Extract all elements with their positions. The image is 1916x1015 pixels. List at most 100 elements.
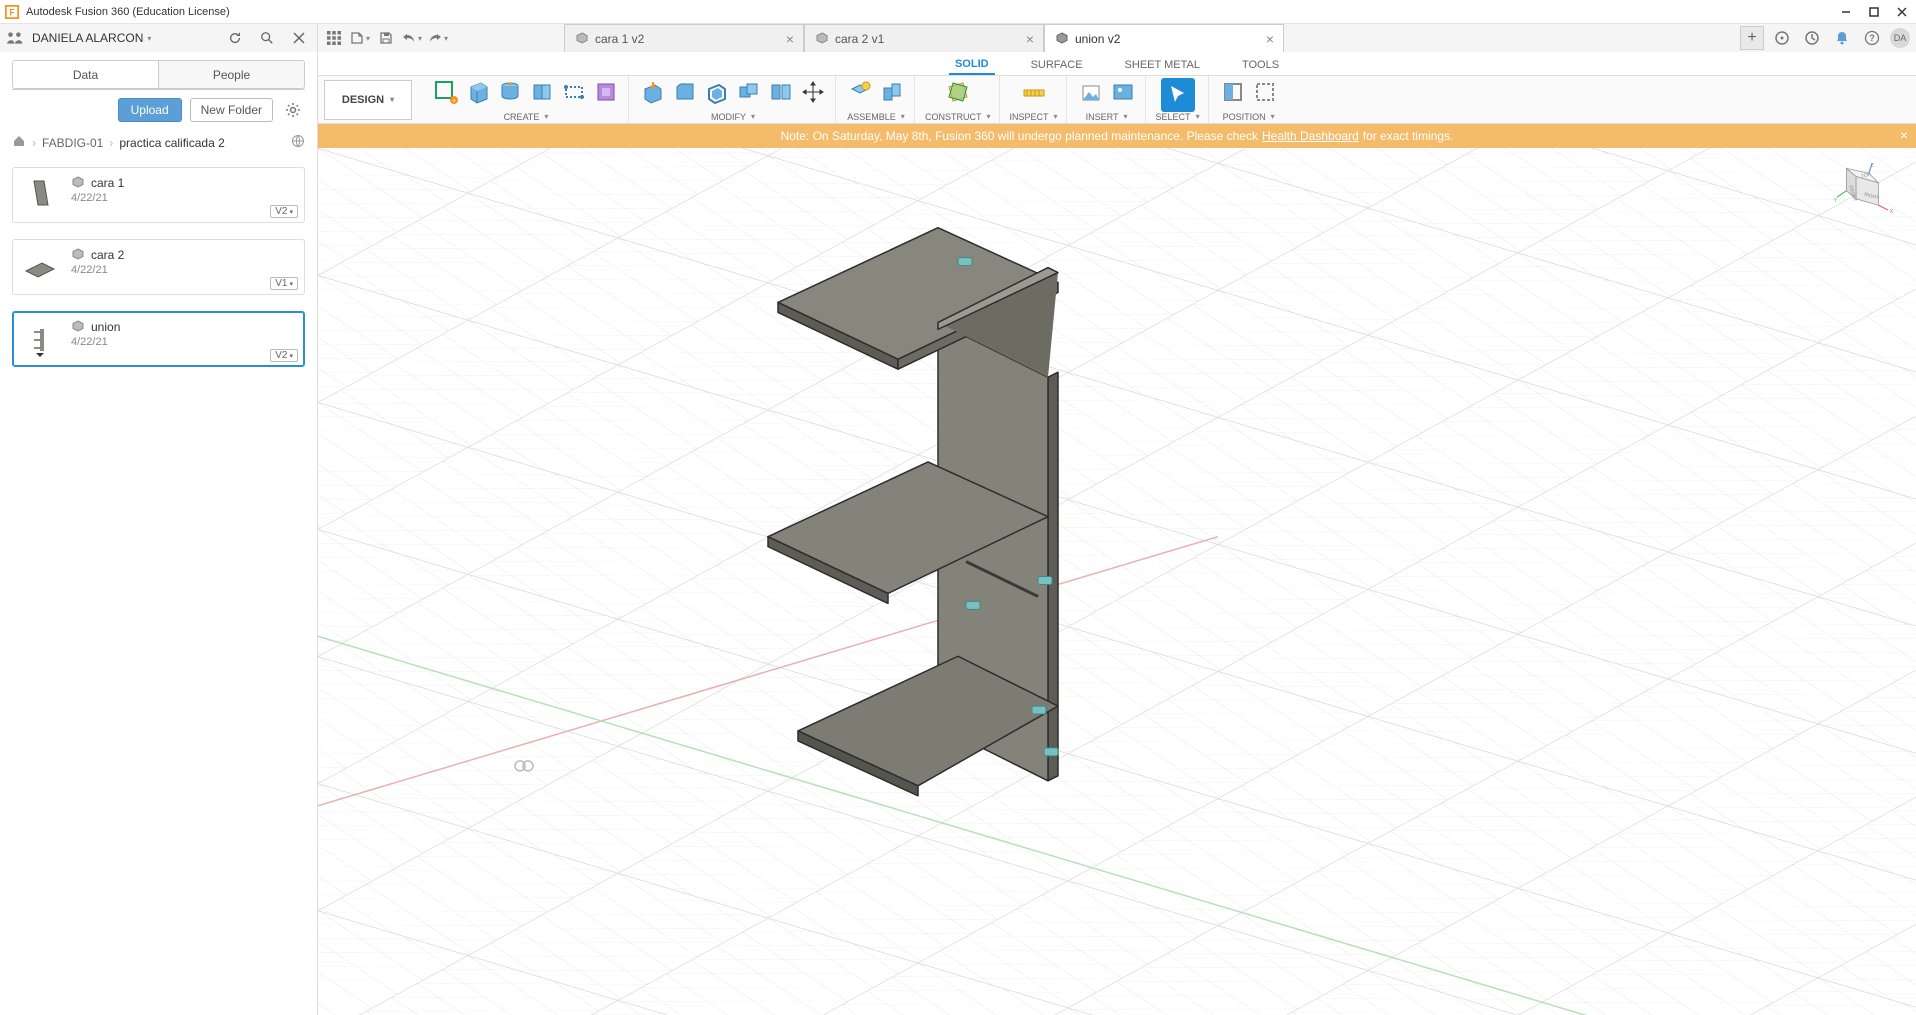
assemble-rigid-icon[interactable] [878, 78, 906, 106]
close-tab-icon[interactable]: × [1023, 32, 1037, 46]
home-icon[interactable] [12, 134, 26, 151]
inspect-measure-icon[interactable] [1020, 78, 1048, 106]
people-tab[interactable]: People [158, 60, 305, 89]
version-dropdown[interactable]: V2▾ [270, 349, 298, 362]
construct-plane-icon[interactable] [944, 78, 972, 106]
extensions-icon[interactable] [1770, 26, 1794, 50]
ribbon-toolbar: DESIGN + CREATE [318, 76, 1916, 124]
notice-post: for exact timings. [1363, 129, 1454, 143]
maintenance-banner: Note: On Saturday, May 8th, Fusion 360 w… [318, 124, 1916, 148]
item-date: 4/22/21 [71, 264, 124, 276]
design-item-cara1[interactable]: cara 1 4/22/21 V2▾ [12, 167, 305, 223]
version-dropdown[interactable]: V2▾ [270, 205, 298, 218]
svg-text:Y: Y [1834, 198, 1838, 204]
close-banner-icon[interactable]: × [1900, 127, 1908, 143]
item-date: 4/22/21 [71, 192, 124, 204]
save-icon[interactable] [374, 26, 398, 50]
insert-decal-icon[interactable] [1077, 78, 1105, 106]
group-label-inspect[interactable]: INSPECT [1010, 112, 1058, 124]
job-status-icon[interactable] [1800, 26, 1824, 50]
group-label-construct[interactable]: CONSTRUCT [925, 112, 991, 124]
new-tab-button[interactable]: + [1740, 26, 1764, 50]
component-icon [71, 248, 85, 262]
design-item-cara2[interactable]: cara 2 4/22/21 V1▾ [12, 239, 305, 295]
close-panel-icon[interactable] [287, 26, 311, 50]
doc-tab-label: union v2 [1075, 32, 1120, 46]
refresh-icon[interactable] [223, 26, 247, 50]
component-icon [71, 176, 85, 190]
user-name: DANIELA ALARCON [32, 31, 143, 45]
fillet-icon[interactable] [671, 78, 699, 106]
window-minimize-button[interactable] [1832, 0, 1860, 24]
group-label-modify[interactable]: MODIFY [711, 112, 755, 124]
sub-tab-sheetmetal[interactable]: SHEET METAL [1119, 55, 1206, 75]
upload-button[interactable]: Upload [118, 98, 182, 122]
data-panel-grid-icon[interactable] [322, 26, 346, 50]
doc-tab-label: cara 2 v1 [835, 32, 884, 46]
document-tabs: cara 1 v2 × cara 2 v1 × union v2 × [454, 24, 1734, 52]
group-label-select[interactable]: SELECT [1156, 112, 1200, 124]
move-icon[interactable] [799, 78, 827, 106]
profile-avatar[interactable]: DA [1890, 28, 1910, 48]
doc-tab-cara2[interactable]: cara 2 v1 × [804, 24, 1044, 52]
doc-tab-label: cara 1 v2 [595, 32, 644, 46]
svg-text:?: ? [1869, 33, 1875, 43]
sketch-icon[interactable]: + [432, 78, 460, 106]
data-panel: Data People Upload New Folder › FABDIG-0… [0, 52, 318, 1015]
help-icon[interactable]: ? [1860, 26, 1884, 50]
revolve-icon[interactable] [528, 78, 556, 106]
team-icon[interactable] [6, 29, 24, 47]
position-ground-icon[interactable] [1219, 78, 1247, 106]
undo-icon[interactable] [400, 26, 424, 50]
sub-tab-solid[interactable]: SOLID [949, 54, 995, 75]
viewcube[interactable]: TOP FRONT RIGHT X Y Z [1832, 162, 1896, 226]
window-close-button[interactable] [1888, 0, 1916, 24]
version-dropdown[interactable]: V1▾ [270, 277, 298, 290]
box-icon[interactable] [464, 78, 492, 106]
breadcrumb-level1[interactable]: FABDIG-01 [42, 136, 103, 150]
doc-tab-union[interactable]: union v2 × [1044, 24, 1284, 52]
workspace-dropdown[interactable]: DESIGN [324, 80, 412, 120]
user-dropdown[interactable]: DANIELA ALARCON▾ [32, 31, 151, 45]
redo-icon[interactable] [426, 26, 450, 50]
ribbon-sub-tabs: SOLID SURFACE SHEET METAL TOOLS [318, 52, 1916, 76]
combine-icon[interactable] [735, 78, 763, 106]
select-cursor-icon[interactable] [1161, 78, 1195, 112]
notifications-icon[interactable] [1830, 26, 1854, 50]
design-item-union[interactable]: union 4/22/21 V2▾ [12, 311, 305, 367]
doc-tab-cara1[interactable]: cara 1 v2 × [564, 24, 804, 52]
sub-tab-surface[interactable]: SURFACE [1025, 55, 1089, 75]
model-viewport[interactable] [318, 148, 1916, 1015]
web-link-icon[interactable] [291, 134, 305, 151]
window-titlebar: F Autodesk Fusion 360 (Education License… [0, 0, 1916, 24]
canvas-area: SOLID SURFACE SHEET METAL TOOLS DESIGN +… [318, 52, 1916, 1015]
assemble-joint-icon[interactable] [846, 78, 874, 106]
loft-icon[interactable] [592, 78, 620, 106]
settings-gear-icon[interactable] [281, 98, 305, 122]
close-tab-icon[interactable]: × [783, 32, 797, 46]
new-folder-button[interactable]: New Folder [190, 98, 273, 122]
data-tab[interactable]: Data [12, 60, 158, 89]
insert-canvas-icon[interactable] [1109, 78, 1137, 106]
data-panel-header: DANIELA ALARCON▾ [0, 24, 318, 52]
position-capture-icon[interactable] [1251, 78, 1279, 106]
close-tab-icon[interactable]: × [1263, 32, 1277, 46]
shell-icon[interactable] [703, 78, 731, 106]
search-icon[interactable] [255, 26, 279, 50]
group-label-create[interactable]: CREATE [504, 112, 549, 124]
presspull-icon[interactable] [639, 78, 667, 106]
quick-access-toolbar [318, 24, 454, 52]
notice-link[interactable]: Health Dashboard [1262, 129, 1359, 143]
extrude-icon[interactable] [496, 78, 524, 106]
file-menu-icon[interactable] [348, 26, 372, 50]
sub-tab-tools[interactable]: TOOLS [1236, 55, 1285, 75]
split-icon[interactable] [767, 78, 795, 106]
window-maximize-button[interactable] [1860, 0, 1888, 24]
group-label-insert[interactable]: INSERT [1086, 112, 1128, 124]
group-label-assemble[interactable]: ASSEMBLE [847, 112, 905, 124]
sweep-icon[interactable] [560, 78, 588, 106]
component-icon [1055, 32, 1069, 46]
group-label-position[interactable]: POSITION [1223, 112, 1275, 124]
component-icon [815, 32, 829, 46]
breadcrumb: › FABDIG-01 › practica calificada 2 [0, 130, 317, 161]
